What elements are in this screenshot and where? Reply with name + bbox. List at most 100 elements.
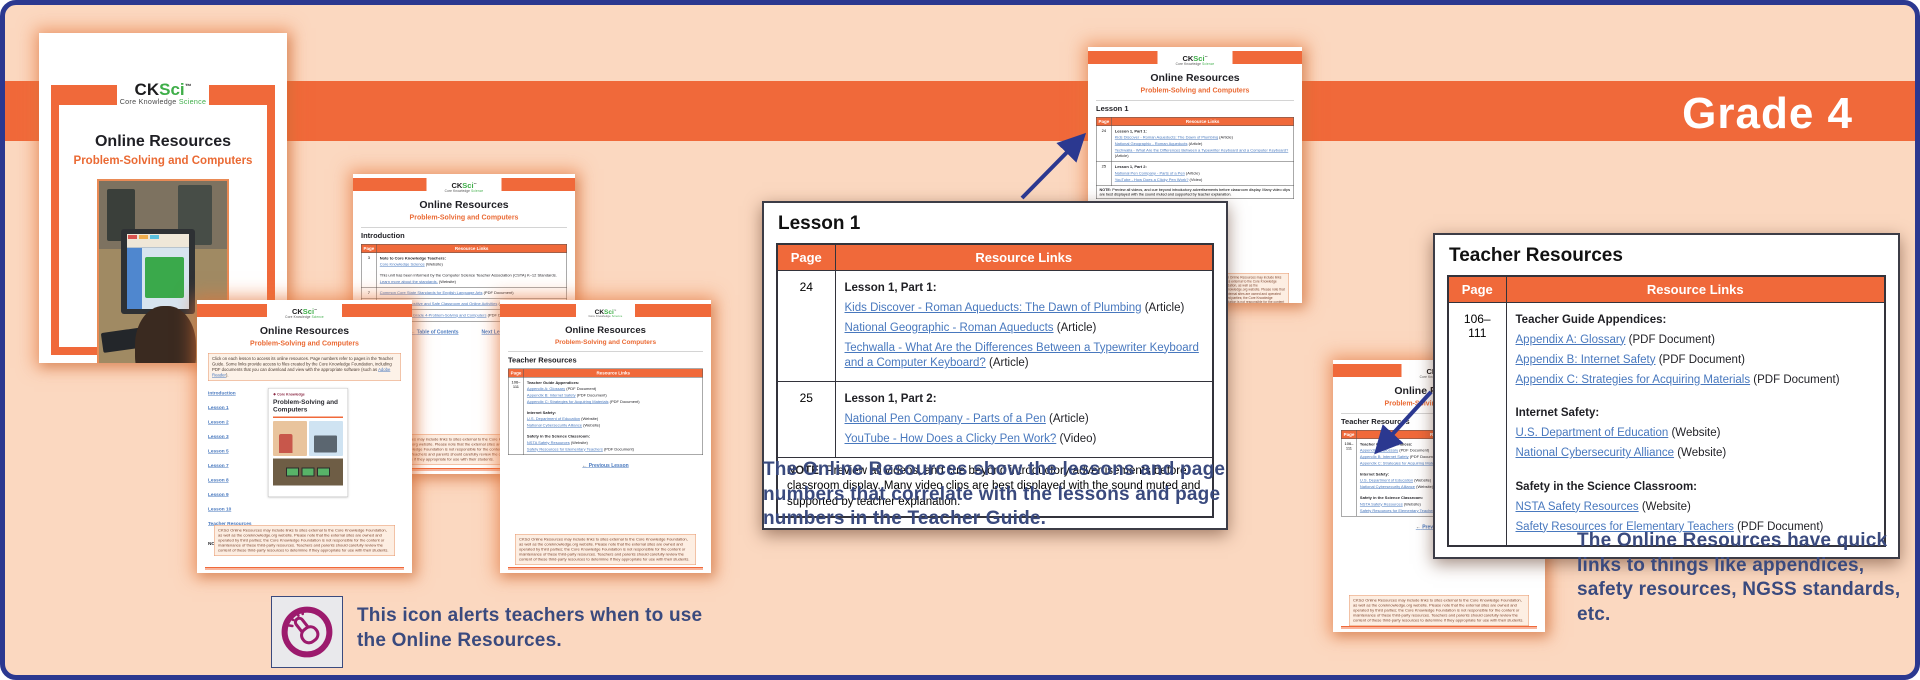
- resource-link[interactable]: YouTube - How Does a Clicky Pen Work?: [845, 433, 1057, 445]
- lesson-link[interactable]: Lesson 3: [208, 434, 229, 440]
- resource-link[interactable]: NSTA Safety Resources: [1360, 502, 1403, 507]
- screen-toolbar: [127, 234, 190, 247]
- lesson-link[interactable]: Lesson 2: [208, 420, 229, 426]
- page-column-header: Page: [361, 244, 376, 253]
- panel-heading: Teacher Resources: [1449, 245, 1886, 267]
- resource-link[interactable]: Kids Discover - Roman Aqueducts: The Daw…: [1115, 135, 1218, 140]
- lesson-link[interactable]: Lesson 8: [208, 478, 229, 484]
- resource-links-cell: Common Core State Standards for English …: [377, 288, 567, 299]
- resource-type-label: (Website): [425, 262, 443, 267]
- page-column-header: Page: [1448, 276, 1506, 303]
- cover-title: Online Resources: [39, 133, 287, 151]
- resource-link[interactable]: Learn more about the standards.: [380, 279, 438, 284]
- lesson-link[interactable]: Lesson 1: [208, 405, 229, 411]
- resource-link[interactable]: Common Core State Standards for English …: [380, 291, 483, 296]
- page-bottom-rule: [205, 567, 404, 570]
- resource-link[interactable]: U.S. Department of Education: [1516, 427, 1669, 439]
- guide-cover-logo: ❖ Core Knowledge: [273, 393, 343, 397]
- doc-title: Online Resources: [353, 199, 575, 211]
- lesson-link[interactable]: Lesson 9: [208, 492, 229, 498]
- resource-type-label: (PDF Document): [565, 387, 596, 392]
- guide-cover-illustrations: [273, 421, 343, 456]
- resource-link[interactable]: National Geographic - Roman Aqueducts: [1115, 142, 1188, 147]
- cover-logo-box: CKSci™Core Knowledge Science: [117, 73, 209, 115]
- resource-link[interactable]: National Cybersecurity Alliance: [527, 423, 582, 428]
- cksci-logo: CKSci™Core Knowledge Science: [589, 309, 623, 319]
- cover-subtitle: Problem-Solving and Computers: [39, 155, 287, 167]
- teacher-resources-thumbnail-left: CKSci™Core Knowledge Science Online Reso…: [500, 300, 711, 573]
- panel-heading: Lesson 1: [778, 213, 1214, 235]
- resource-link[interactable]: National Cybersecurity Alliance: [1516, 447, 1675, 459]
- links-column-header: Resource Links: [377, 244, 567, 253]
- doc-title: Online Resources: [500, 325, 711, 336]
- grade-badge: Grade 4: [1682, 89, 1853, 139]
- lesson-link[interactable]: Lesson 10: [208, 507, 231, 513]
- resource-group-label: Safety in the Science Classroom:: [1360, 495, 1423, 500]
- resource-type-label: (PDF Document): [576, 393, 607, 398]
- resource-link[interactable]: Appendix A: Glossary: [1360, 448, 1398, 453]
- resource-link[interactable]: Appendix A: Glossary: [527, 387, 565, 392]
- resource-type-label: (PDF Document): [1656, 354, 1745, 366]
- resource-group-label: Internet Safety:: [1360, 472, 1389, 477]
- resource-group-label: Teacher Guide Appendices:: [527, 380, 579, 385]
- resource-link[interactable]: National Geographic - Roman Aqueducts: [845, 322, 1054, 334]
- resource-table: PageResource Links106–111Teacher Guide A…: [1447, 275, 1886, 547]
- teacher-resources-magnified-panel: Teacher Resources PageResource Links106–…: [1433, 233, 1900, 559]
- resource-link[interactable]: National Pen Company - Parts of a Pen: [1115, 171, 1185, 176]
- resource-link[interactable]: Appendix B: Internet Safety: [527, 393, 576, 398]
- lesson-link[interactable]: Lesson 7: [208, 463, 229, 469]
- section-heading: Teacher Resources: [508, 356, 703, 365]
- guide-cover-photo-strip: [273, 459, 343, 486]
- disclaimer-box: CKSci Online Resources may include links…: [1349, 595, 1529, 626]
- resource-type-label: (Website): [438, 279, 456, 284]
- doc-subtitle: Problem-Solving and Computers: [353, 213, 575, 221]
- resource-link[interactable]: National Pen Company - Parts of a Pen: [845, 413, 1046, 425]
- resource-type-label: (PDF Document): [1625, 334, 1714, 346]
- links-column-header: Resource Links: [835, 244, 1213, 271]
- doc-subtitle: Problem-Solving and Computers: [197, 339, 412, 347]
- doc-header-band: CKSci™Core Knowledge Science: [500, 304, 711, 317]
- resource-link[interactable]: Appendix C: Strategies for Acquiring Mat…: [1516, 374, 1751, 386]
- resource-link[interactable]: Appendix B: Internet Safety: [1360, 455, 1409, 460]
- resource-type-label: (Article): [1115, 153, 1129, 158]
- lesson1-resource-table: PageResource Links24Lesson 1, Part 1:Kid…: [1096, 117, 1294, 199]
- lesson-link[interactable]: Lesson 5: [208, 449, 229, 455]
- resource-link[interactable]: NSTA Safety Resources: [1516, 501, 1639, 513]
- page-cell: 7: [361, 288, 376, 299]
- resource-link[interactable]: Techwalla - What Are the Differences Bet…: [1115, 148, 1289, 153]
- cksci-logo: CKSci™Core Knowledge Science: [285, 308, 324, 319]
- lesson-link[interactable]: Introduction: [208, 391, 236, 397]
- page-navigation: ← Previous Lesson: [500, 463, 711, 469]
- table-row: 3Note to Core Knowledge Teachers:Core Kn…: [361, 253, 567, 288]
- resource-link[interactable]: Safety Resources for Elementary Teachers: [1360, 508, 1436, 513]
- page-cell: 25: [777, 382, 835, 458]
- resource-link[interactable]: Kids Discover - Roman Aqueducts: The Daw…: [845, 302, 1142, 314]
- previous-lesson-link[interactable]: ← Previous Lesson: [582, 463, 628, 469]
- resource-table: PageResource Links106–111Teacher Guide A…: [508, 369, 703, 456]
- resource-links-cell: Lesson 1, Part 1:Kids Discover - Roman A…: [1112, 126, 1294, 162]
- table-row: 106–111Teacher Guide Appendices:Appendix…: [1448, 303, 1885, 546]
- page-cell: 24: [777, 271, 835, 382]
- page-cell: 106–111: [1448, 303, 1506, 546]
- resource-links-cell: Teacher Guide Appendices: Appendix A: Glo…: [524, 377, 703, 455]
- resource-link[interactable]: Appendix A: Glossary: [1516, 334, 1626, 346]
- page-cell: 24: [1096, 126, 1111, 162]
- online-resources-click-icon: [271, 596, 343, 668]
- resource-link[interactable]: Appendix B: Internet Safety: [1516, 354, 1656, 366]
- table-of-contents-link[interactable]: ← Table of Contents: [410, 329, 458, 335]
- arrow-to-lesson1-row: [1022, 138, 1081, 198]
- cksci-logo: CKSci™Core Knowledge Science: [1176, 55, 1215, 66]
- resource-link[interactable]: Safety Resources for Elementary Teachers: [527, 447, 603, 452]
- page-cell: 106–111: [508, 377, 523, 455]
- resource-link[interactable]: YouTube - How Does a Clicky Pen Work?: [1115, 177, 1189, 182]
- resource-link[interactable]: U.S. Department of Education: [527, 417, 580, 422]
- page-bottom-rule: [1341, 626, 1537, 629]
- resource-type-label: (Website): [1403, 502, 1421, 507]
- resource-link[interactable]: Appendix C: Strategies for Acquiring Mat…: [1360, 461, 1442, 466]
- resource-links-cell: Note to Core Knowledge Teachers:Core Kno…: [377, 253, 567, 288]
- resource-link[interactable]: U.S. Department of Education: [1360, 478, 1413, 483]
- resource-link[interactable]: Appendix C: Strategies for Acquiring Mat…: [527, 400, 609, 405]
- resource-link[interactable]: Core Knowledge Science: [380, 262, 425, 267]
- resource-link[interactable]: National Cybersecurity Alliance: [1360, 485, 1415, 490]
- resource-link[interactable]: NSTA Safety Resources: [527, 440, 570, 445]
